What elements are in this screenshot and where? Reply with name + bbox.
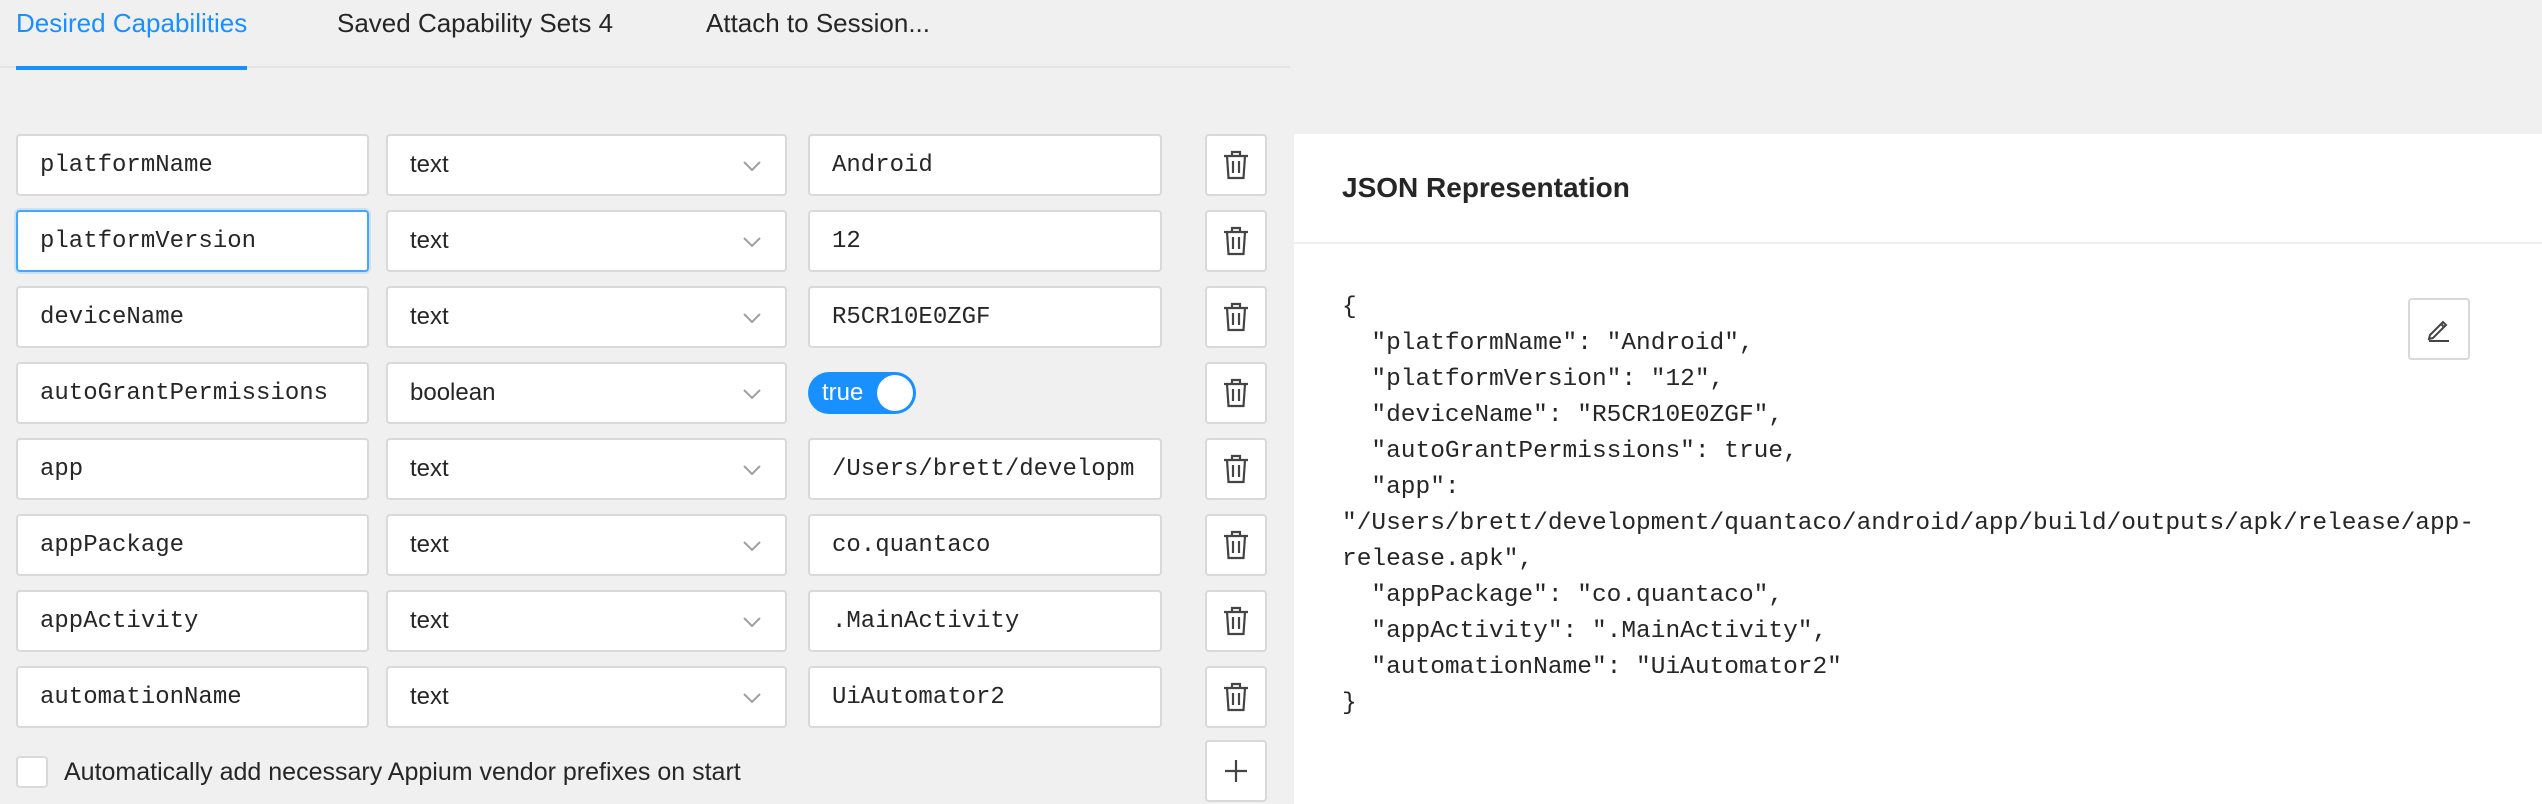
capability-type-select[interactable]: text xyxy=(386,438,787,500)
trash-icon xyxy=(1224,682,1248,712)
capability-value-input[interactable]: 12 xyxy=(808,210,1162,272)
capability-type-value: text xyxy=(410,607,449,634)
trash-icon xyxy=(1224,150,1248,180)
plus-icon xyxy=(1225,760,1247,782)
capability-type-value: text xyxy=(410,303,449,330)
capability-name-input[interactable]: platformVersion xyxy=(16,210,369,272)
capability-type-value: text xyxy=(410,151,449,178)
capability-row: appPackage text co.quantaco xyxy=(16,514,1272,576)
capability-type-select[interactable]: text xyxy=(386,514,787,576)
switch-label: true xyxy=(822,379,864,406)
add-capability-button[interactable] xyxy=(1205,740,1267,802)
capability-value-input[interactable]: UiAutomator2 xyxy=(808,666,1162,728)
capability-type-select[interactable]: text xyxy=(386,210,787,272)
chevron-down-icon xyxy=(743,693,761,704)
tab-saved-capability-sets[interactable]: Saved Capability Sets 4 xyxy=(337,0,613,68)
delete-capability-button[interactable] xyxy=(1205,362,1267,424)
capability-name-input[interactable]: appPackage xyxy=(16,514,369,576)
delete-capability-button[interactable] xyxy=(1205,286,1267,348)
tab-desired-capabilities[interactable]: Desired Capabilities xyxy=(16,0,248,70)
chevron-down-icon xyxy=(743,389,761,400)
capability-name-input[interactable]: app xyxy=(16,438,369,500)
capability-row: deviceName text R5CR10E0ZGF xyxy=(16,286,1272,348)
capability-value-input[interactable]: /Users/brett/developm xyxy=(808,438,1162,500)
capability-name-input[interactable]: automationName xyxy=(16,666,369,728)
capability-row: platformVersion text 12 xyxy=(16,210,1272,272)
capability-type-value: boolean xyxy=(410,379,496,406)
json-panel-header: JSON Representation xyxy=(1294,134,2542,244)
json-content: { "platformName": "Android", "platformVe… xyxy=(1342,294,2475,717)
chevron-down-icon xyxy=(743,465,761,476)
chevron-down-icon xyxy=(743,161,761,172)
capability-type-select[interactable]: text xyxy=(386,134,787,196)
trash-icon xyxy=(1224,302,1248,332)
chevron-down-icon xyxy=(743,617,761,628)
capability-type-select[interactable]: boolean xyxy=(386,362,787,424)
capability-row: app text /Users/brett/developm xyxy=(16,438,1272,500)
capability-value-input[interactable]: R5CR10E0ZGF xyxy=(808,286,1162,348)
capability-type-value: text xyxy=(410,227,449,254)
trash-icon xyxy=(1224,378,1248,408)
capability-row: appActivity text .MainActivity xyxy=(16,590,1272,652)
capability-type-select[interactable]: text xyxy=(386,590,787,652)
capability-name-input[interactable]: autoGrantPermissions xyxy=(16,362,369,424)
capability-name-input[interactable]: deviceName xyxy=(16,286,369,348)
boolean-switch[interactable]: true xyxy=(808,372,916,414)
trash-icon xyxy=(1224,530,1248,560)
capability-name-input[interactable]: platformName xyxy=(16,134,369,196)
delete-capability-button[interactable] xyxy=(1205,666,1267,728)
delete-capability-button[interactable] xyxy=(1205,210,1267,272)
json-representation-panel: JSON Representation { "platformName": "A… xyxy=(1294,134,2542,804)
capability-type-value: text xyxy=(410,683,449,710)
delete-capability-button[interactable] xyxy=(1205,590,1267,652)
capability-type-value: text xyxy=(410,455,449,482)
tab-attach-to-session[interactable]: Attach to Session... xyxy=(706,0,930,68)
chevron-down-icon xyxy=(743,313,761,324)
capability-name-input[interactable]: appActivity xyxy=(16,590,369,652)
capability-type-value: text xyxy=(410,531,449,558)
capability-row: platformName text Android xyxy=(16,134,1272,196)
trash-icon xyxy=(1224,454,1248,484)
capability-type-select[interactable]: text xyxy=(386,666,787,728)
json-panel-title: JSON Representation xyxy=(1342,172,1630,203)
capability-value-toggle[interactable]: true xyxy=(808,372,916,414)
delete-capability-button[interactable] xyxy=(1205,514,1267,576)
capability-value-input[interactable]: Android xyxy=(808,134,1162,196)
capability-value-input[interactable]: .MainActivity xyxy=(808,590,1162,652)
delete-capability-button[interactable] xyxy=(1205,438,1267,500)
chevron-down-icon xyxy=(743,541,761,552)
capability-type-select[interactable]: text xyxy=(386,286,787,348)
chevron-down-icon xyxy=(743,237,761,248)
trash-icon xyxy=(1224,606,1248,636)
capability-tabs: Desired Capabilities Saved Capability Se… xyxy=(0,0,1290,70)
vendor-prefix-label: Automatically add necessary Appium vendo… xyxy=(64,758,741,786)
delete-capability-button[interactable] xyxy=(1205,134,1267,196)
capability-row: autoGrantPermissions boolean true xyxy=(16,362,1272,424)
capability-row: automationName text UiAutomator2 xyxy=(16,666,1272,728)
pencil-icon xyxy=(2427,320,2449,342)
vendor-prefix-checkbox[interactable] xyxy=(16,756,48,788)
switch-knob xyxy=(877,375,913,411)
capability-value-input[interactable]: co.quantaco xyxy=(808,514,1162,576)
trash-icon xyxy=(1224,226,1248,256)
edit-json-button[interactable] xyxy=(2408,298,2470,360)
